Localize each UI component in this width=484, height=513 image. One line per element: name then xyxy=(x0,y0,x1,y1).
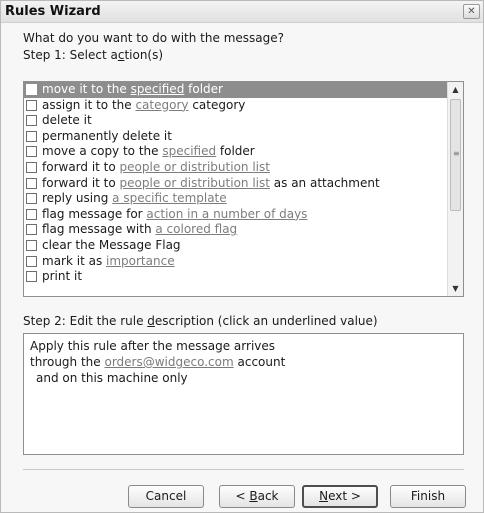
action-item[interactable]: mark it as importance xyxy=(24,254,463,270)
rule-description: Apply this rule after the message arrive… xyxy=(23,333,464,455)
action-item[interactable]: forward it to people or distribution lis… xyxy=(24,160,463,176)
action-text: forward it to xyxy=(42,159,120,174)
action-value-link[interactable]: people or distribution list xyxy=(120,160,270,174)
action-text: folder xyxy=(216,144,255,159)
action-text: as an attachment xyxy=(269,175,380,190)
action-checkbox[interactable] xyxy=(26,130,37,142)
action-checkbox[interactable] xyxy=(26,84,37,95)
arrow-down-icon[interactable]: ▼ xyxy=(448,281,463,296)
action-text: delete it xyxy=(42,113,92,128)
action-text: clear the Message Flag xyxy=(42,237,181,252)
action-list[interactable]: move it to the specified folder assign it… xyxy=(23,81,464,297)
action-value-link[interactable]: specified xyxy=(131,82,185,96)
action-value-link[interactable]: category xyxy=(135,98,188,112)
action-text: move it to the xyxy=(42,82,131,96)
action-text: flag message for xyxy=(42,206,147,221)
divider xyxy=(23,469,464,470)
account-link[interactable]: orders@widgeco.com xyxy=(104,355,233,369)
action-text: mark it as xyxy=(42,253,107,268)
cancel-button[interactable]: Cancel xyxy=(128,485,204,508)
action-checkbox[interactable] xyxy=(26,239,37,251)
action-text: folder xyxy=(184,82,223,96)
action-checkbox[interactable] xyxy=(26,224,37,236)
step2-label: Step 2: Edit the rule description (click… xyxy=(23,314,378,328)
action-text: reply using xyxy=(42,191,113,206)
action-item[interactable]: assign it to the category category xyxy=(24,98,463,114)
action-value-link[interactable]: a colored flag xyxy=(155,222,237,236)
description-line-2: through the orders@widgeco.com account xyxy=(30,355,286,369)
action-list-scrollbar[interactable]: ▲ ≡ ▼ xyxy=(447,82,463,296)
action-item[interactable]: reply using a specific template xyxy=(24,191,463,207)
arrow-up-icon[interactable]: ▲ xyxy=(448,82,463,97)
action-text: move a copy to the xyxy=(42,144,163,159)
action-value-link[interactable]: a specific template xyxy=(112,191,227,205)
action-item[interactable]: delete it xyxy=(24,113,463,129)
action-item[interactable]: permanently delete it xyxy=(24,129,463,145)
action-checkbox[interactable] xyxy=(26,177,37,189)
action-checkbox[interactable] xyxy=(26,115,37,127)
action-value-link[interactable]: importance xyxy=(106,254,175,268)
action-item[interactable]: flag message for action in a number of d… xyxy=(24,207,463,223)
description-line-1: Apply this rule after the message arrive… xyxy=(30,339,276,353)
action-value-link[interactable]: specified xyxy=(162,144,216,158)
action-text: forward it to xyxy=(42,175,120,190)
action-item[interactable]: forward it to people or distribution lis… xyxy=(24,176,463,192)
action-text: assign it to the xyxy=(42,97,136,112)
action-checkbox[interactable] xyxy=(26,208,37,220)
action-checkbox[interactable] xyxy=(26,161,37,173)
action-value-link[interactable]: people or distribution list xyxy=(120,176,270,190)
dialog-title: Rules Wizard xyxy=(5,4,101,19)
action-value-link[interactable]: action in a number of days xyxy=(146,207,307,221)
close-icon: ✕ xyxy=(467,6,476,17)
action-text: permanently delete it xyxy=(42,128,172,143)
rules-wizard-dialog: Rules Wizard ✕ What do you want to do wi… xyxy=(0,0,484,513)
action-checkbox[interactable] xyxy=(26,146,37,158)
scroll-thumb[interactable]: ≡ xyxy=(450,99,461,211)
action-checkbox[interactable] xyxy=(26,99,37,111)
finish-button[interactable]: Finish xyxy=(390,485,466,508)
title-bar: Rules Wizard ✕ xyxy=(1,1,483,23)
description-line-3: and on this machine only xyxy=(36,371,188,385)
close-button[interactable]: ✕ xyxy=(463,4,480,19)
action-checkbox[interactable] xyxy=(26,255,37,267)
action-item[interactable]: flag message with a colored flag xyxy=(24,222,463,238)
action-checkbox[interactable] xyxy=(26,193,37,205)
action-text: print it xyxy=(42,269,83,284)
action-item[interactable]: move a copy to the specified folder xyxy=(24,144,463,160)
step1-label: Step 1: Select action(s) xyxy=(23,48,164,62)
action-checkbox[interactable] xyxy=(26,271,37,283)
action-item[interactable]: clear the Message Flag xyxy=(24,238,463,254)
action-text: flag message with xyxy=(42,222,156,237)
next-button[interactable]: Next > xyxy=(302,485,378,508)
action-item[interactable]: move it to the specified folder xyxy=(24,82,463,98)
back-button[interactable]: < Back xyxy=(219,485,295,508)
action-text: category xyxy=(188,97,246,112)
action-item[interactable]: print it xyxy=(24,269,463,285)
prompt-label: What do you want to do with the message? xyxy=(23,31,284,45)
